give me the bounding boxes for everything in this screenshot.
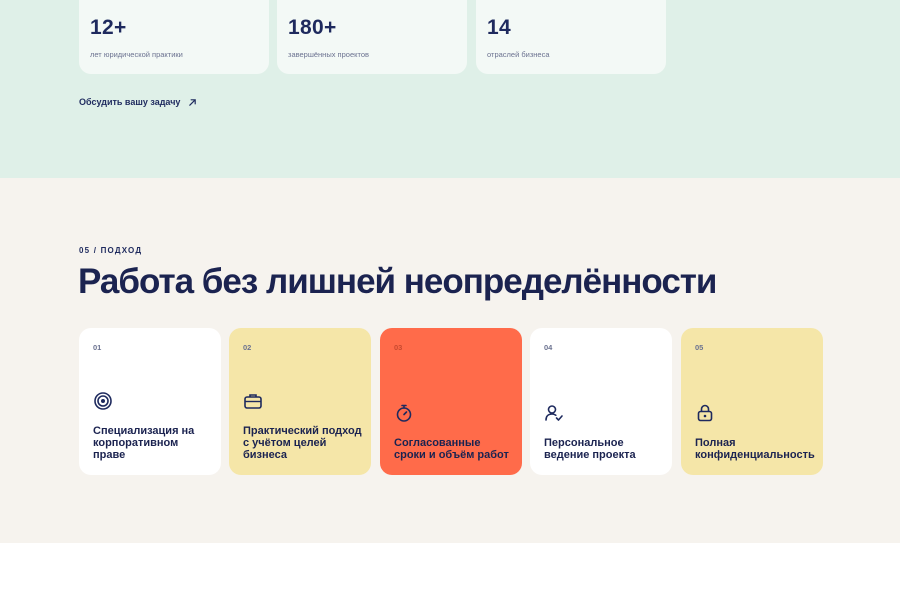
card-number: 04 — [544, 343, 553, 352]
discuss-task-link[interactable]: Обсудить вашу задачу — [79, 97, 197, 107]
card-text: Практический подход с учётом целей бизне… — [243, 425, 362, 461]
card-number: 05 — [695, 343, 704, 352]
stat-value: 12+ — [90, 16, 127, 39]
stat-label: отраслей бизнеса — [487, 50, 550, 59]
approach-card-4: 04 Персональное ведение проекта — [530, 328, 672, 475]
approach-card-3: 03 Согласованные сроки и объём работ — [380, 328, 522, 475]
stats-section: 12+ лет юридической практики 180+ заверш… — [0, 0, 900, 178]
card-text: Персональное ведение проекта — [544, 437, 636, 461]
stat-card-years: 12+ лет юридической практики — [79, 0, 269, 74]
stat-card-projects: 180+ завершённых проектов — [277, 0, 467, 74]
target-icon — [93, 391, 113, 411]
stat-value: 180+ — [288, 16, 337, 39]
approach-section: 05 / ПОДХОД Работа без лишней неопределё… — [0, 178, 900, 543]
user-check-icon — [544, 403, 564, 423]
card-number: 03 — [394, 343, 403, 352]
card-text: Согласованные сроки и объём работ — [394, 437, 509, 461]
approach-card-1: 01 Специализация на корпоративном праве — [79, 328, 221, 475]
lock-icon — [695, 403, 715, 423]
approach-card-5: 05 Полная конфиденциальность — [681, 328, 823, 475]
card-number: 01 — [93, 343, 102, 352]
section-kicker: 05 / ПОДХОД — [79, 246, 143, 255]
arrow-up-right-icon — [189, 98, 197, 106]
briefcase-icon — [243, 391, 263, 411]
page-footer-space — [0, 543, 900, 600]
card-text: Полная конфиденциальность — [695, 437, 815, 461]
stat-value: 14 — [487, 16, 511, 39]
section-title: Работа без лишней неопределённости — [78, 262, 717, 301]
stat-label: лет юридической практики — [90, 50, 183, 59]
card-text: Специализация на корпоративном праве — [93, 425, 195, 461]
approach-card-2: 02 Практический подход с учётом целей би… — [229, 328, 371, 475]
stopwatch-icon — [394, 403, 414, 423]
card-number: 02 — [243, 343, 252, 352]
stat-label: завершённых проектов — [288, 50, 369, 59]
discuss-task-label: Обсудить вашу задачу — [79, 97, 181, 107]
stat-card-industries: 14 отраслей бизнеса — [476, 0, 666, 74]
